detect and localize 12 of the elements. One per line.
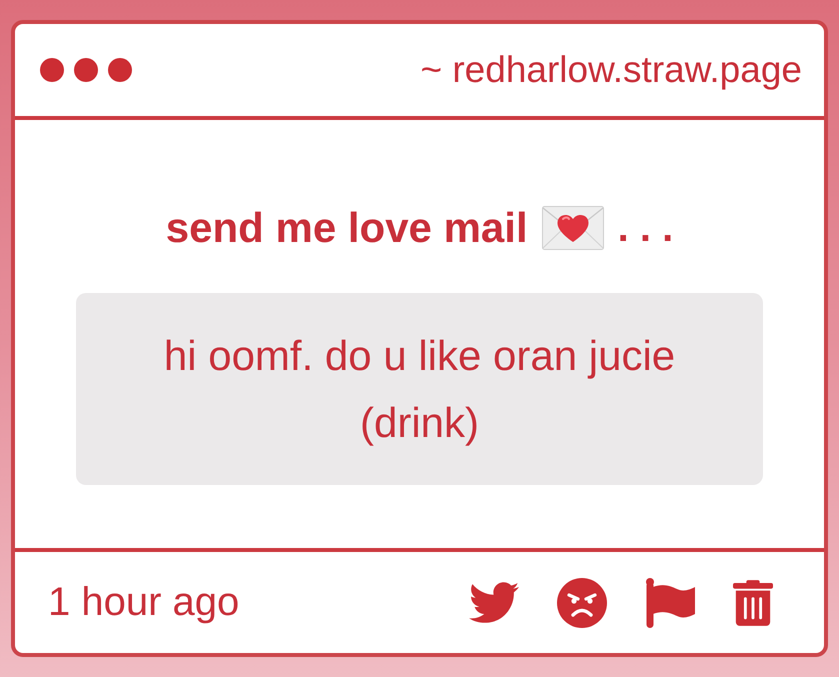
page-address: ~ redharlow.straw.page — [420, 49, 802, 91]
timestamp: 1 hour ago — [48, 580, 240, 625]
window-dot-icon — [40, 58, 64, 82]
trash-icon[interactable] — [733, 580, 773, 626]
prompt-ellipsis: . . . — [618, 206, 674, 250]
prompt-title: send me love mail — [166, 204, 528, 252]
message-text: hi oomf. do u like oran jucie (drink) — [162, 331, 676, 448]
twitter-bird-icon[interactable] — [469, 582, 519, 623]
window-dot-icon — [74, 58, 98, 82]
window-dot-icon — [108, 58, 132, 82]
angry-face-icon[interactable] — [557, 578, 607, 628]
flag-icon[interactable] — [645, 578, 695, 628]
